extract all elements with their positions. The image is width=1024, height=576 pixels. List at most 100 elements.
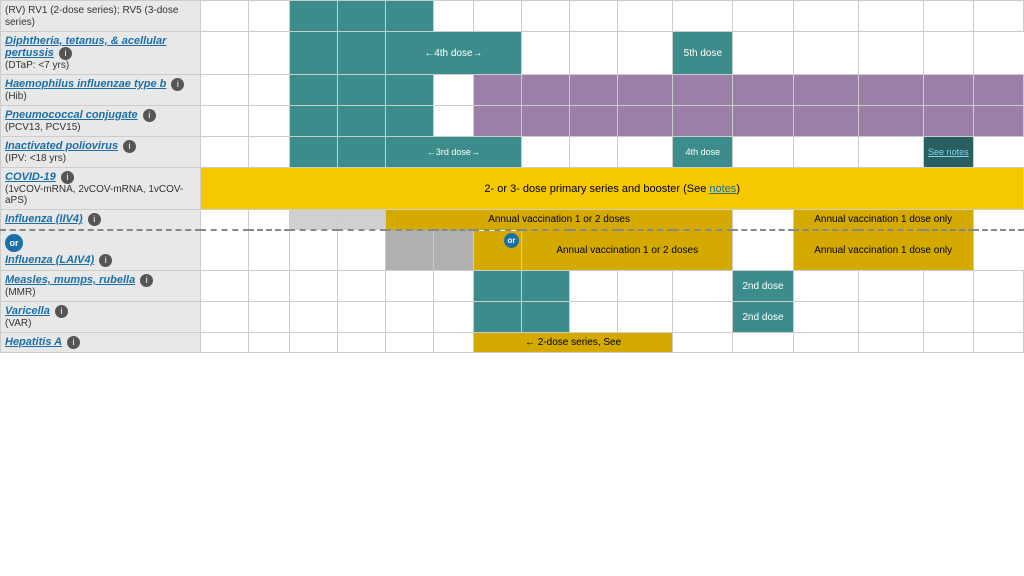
rv-name-cell: (RV) RV1 (2-dose series); RV5 (3-dose se… <box>1 1 201 32</box>
pcv-1mo <box>249 106 289 137</box>
pcv-birth <box>201 106 249 137</box>
mmr-19-23mo <box>618 271 673 302</box>
dtap-info-icon[interactable]: i <box>59 47 72 60</box>
pcv-link[interactable]: Pneumococcal conjugate <box>5 109 138 121</box>
hepa-name-cell: Hepatitis A i <box>1 333 201 353</box>
influenza-iiv4-link[interactable]: Influenza (IIV4) <box>5 213 83 225</box>
ipv-name-cell: Inactivated poliovirus i (IPV: <18 yrs) <box>1 137 201 168</box>
hib-info-icon[interactable]: i <box>171 78 184 91</box>
hepa-6mo <box>385 333 433 353</box>
hib-link[interactable]: Haemophilus influenzae type b <box>5 78 166 90</box>
laiv4-annual2-cell: Annual vaccination 1 dose only <box>793 230 973 271</box>
pcv-sub: (PCV13, PCV15) <box>5 122 196 133</box>
influenza-iiv4-info-icon[interactable]: i <box>88 213 101 226</box>
rv-row: (RV) RV1 (2-dose series); RV5 (3-dose se… <box>1 1 1024 32</box>
laiv4-12mo: or <box>473 230 521 271</box>
mmr-7-10yrs <box>793 271 858 302</box>
ipv-row: Inactivated poliovirus i (IPV: <18 yrs) … <box>1 137 1024 168</box>
laiv4-7-10yrs <box>733 230 793 271</box>
ipv-3rd-dose-label: ←3rd dose→ <box>427 147 480 157</box>
influenza-laiv4-link[interactable]: Influenza (LAIV4) <box>5 254 94 266</box>
ipv-link[interactable]: Inactivated poliovirus <box>5 140 118 152</box>
pcv-row: Pneumococcal conjugate i (PCV13, PCV15) <box>1 106 1024 137</box>
pcv-18mo <box>570 106 618 137</box>
laiv4-4mo <box>337 230 385 271</box>
rv-7-10yrs <box>793 1 858 32</box>
hepa-link[interactable]: Hepatitis A <box>5 336 62 348</box>
dtap-2-3yrs <box>618 32 673 75</box>
covid-link[interactable]: COVID-19 <box>5 171 56 183</box>
hib-11-12yrs <box>858 75 923 106</box>
hepa-7-10yrs <box>793 333 858 353</box>
mmr-18mo <box>570 271 618 302</box>
covid-row: COVID-19 i (1vCOV-mRNA, 2vCOV-mRNA, 1vCO… <box>1 168 1024 210</box>
iiv4-annual1-cell: Annual vaccination 1 or 2 doses <box>385 210 733 231</box>
covid-name-cell: COVID-19 i (1vCOV-mRNA, 2vCOV-mRNA, 1vCO… <box>1 168 201 210</box>
covid-sub: (1vCOV-mRNA, 2vCOV-mRNA, 1vCOV-aPS) <box>5 184 196 206</box>
dtap-7-10yrs <box>733 32 793 75</box>
iiv4-birth <box>201 210 249 231</box>
mmr-row: Measles, mumps, rubella i (MMR) 2nd dose <box>1 271 1024 302</box>
covid-info-icon[interactable]: i <box>61 171 74 184</box>
dtap-4mo <box>337 32 385 75</box>
pcv-2mo <box>289 106 337 137</box>
mmr-2-3yrs <box>673 271 733 302</box>
varicella-link[interactable]: Varicella <box>5 305 50 317</box>
ipv-13-15yrs <box>858 137 923 168</box>
hib-12mo <box>473 75 521 106</box>
laiv4-annual1-label: Annual vaccination 1 or 2 doses <box>556 245 698 256</box>
ipv-see-notes-label[interactable]: See notes <box>928 147 969 157</box>
hepa-16-18yrs <box>973 333 1023 353</box>
hib-9mo <box>433 75 473 106</box>
hepa-9mo <box>433 333 473 353</box>
hepa-info-icon[interactable]: i <box>67 336 80 349</box>
dtap-18mo <box>522 32 570 75</box>
laiv4-annual2-label: Annual vaccination 1 dose only <box>814 245 952 256</box>
hepa-2mo <box>289 333 337 353</box>
varicella-info-icon[interactable]: i <box>55 305 68 318</box>
mmr-11-12yrs <box>858 271 923 302</box>
mmr-birth <box>201 271 249 302</box>
var-4-6yrs-dose2: 2nd dose <box>733 302 793 333</box>
var-4mo <box>337 302 385 333</box>
dtap-link[interactable]: Diphtheria, tetanus, & acellular pertuss… <box>5 35 166 59</box>
covid-notes-link[interactable]: notes <box>709 183 736 195</box>
rv-15mo <box>522 1 570 32</box>
pcv-11-12yrs <box>858 106 923 137</box>
laiv4-or-badge2: or <box>504 233 519 248</box>
ipv-info-icon[interactable]: i <box>123 140 136 153</box>
var-birth <box>201 302 249 333</box>
hib-13-15yrs <box>923 75 973 106</box>
ipv-see-notes-cell: See notes <box>923 137 973 168</box>
ipv-4mo <box>337 137 385 168</box>
hib-1mo <box>249 75 289 106</box>
mmr-link[interactable]: Measles, mumps, rubella <box>5 274 135 286</box>
mmr-info-icon[interactable]: i <box>140 274 153 287</box>
pcv-info-icon[interactable]: i <box>143 109 156 122</box>
hib-4mo <box>337 75 385 106</box>
var-18mo <box>570 302 618 333</box>
covid-span-text: 2- or 3- dose primary series and booster… <box>484 183 740 195</box>
varicella-name-cell: Varicella i (VAR) <box>1 302 201 333</box>
rv-16-18yrs <box>973 1 1023 32</box>
laiv4-1mo <box>249 230 289 271</box>
hib-birth <box>201 75 249 106</box>
ipv-1mo <box>249 137 289 168</box>
mmr-2mo <box>289 271 337 302</box>
rv-birth <box>201 1 249 32</box>
ipv-3rd-dose-cell: ←3rd dose→ <box>385 137 521 168</box>
rv-sub-text: (RV) RV1 (2-dose series); RV5 (3-dose se… <box>5 5 178 28</box>
pcv-7-10yrs <box>793 106 858 137</box>
hib-7-10yrs <box>793 75 858 106</box>
hepa-4-6yrs <box>733 333 793 353</box>
var-2mo <box>289 302 337 333</box>
dtap-16-18yrs <box>923 32 973 75</box>
influenza-laiv4-info-icon[interactable]: i <box>99 254 112 267</box>
var-7-10yrs <box>793 302 858 333</box>
laiv4-2mo <box>289 230 337 271</box>
dtap-2mo <box>289 32 337 75</box>
hib-19-23mo <box>618 75 673 106</box>
hib-6mo <box>385 75 433 106</box>
rv-4-6yrs <box>733 1 793 32</box>
mmr-6mo <box>385 271 433 302</box>
